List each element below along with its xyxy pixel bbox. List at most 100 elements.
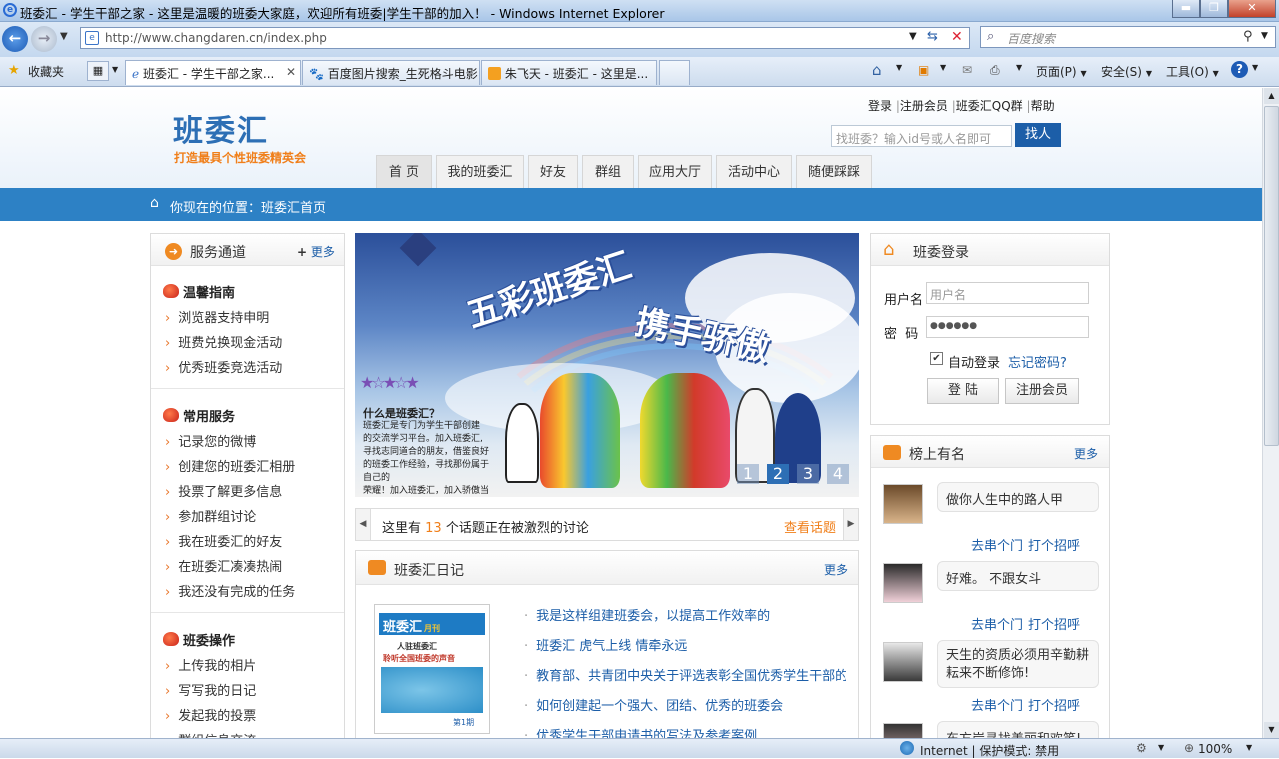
- banner-slideshow[interactable]: 五彩班委汇 携手骄傲 ★☆★☆★ 什么是班委汇？ 班委汇是专门为学生干部创建 的…: [355, 233, 859, 497]
- home-icon[interactable]: ⌂: [872, 61, 882, 79]
- close-tab-icon[interactable]: ✕: [286, 65, 296, 79]
- zoom-icon[interactable]: ⊕: [1184, 741, 1194, 755]
- service-link[interactable]: 记录您的微博: [165, 431, 256, 450]
- view-topics-link[interactable]: 查看话题: [784, 517, 836, 536]
- service-link[interactable]: 投票了解更多信息: [165, 481, 282, 500]
- privacy-icon[interactable]: ⚙: [1136, 741, 1147, 755]
- diary-item[interactable]: · 优秀学生干部申请书的写法及参考案例: [524, 725, 757, 738]
- nav-my-banweihui[interactable]: 我的班委汇: [436, 155, 524, 189]
- register-link[interactable]: 注册会员: [900, 99, 948, 113]
- home-dropdown-icon[interactable]: ▼: [896, 63, 902, 72]
- diary-item[interactable]: · 如何创建起一个强大、团结、优秀的班委会: [524, 695, 783, 714]
- diary-more-link[interactable]: 更多: [824, 561, 848, 578]
- print-dropdown-icon[interactable]: ▼: [1016, 63, 1022, 72]
- quick-tabs-icon[interactable]: ▦: [87, 61, 109, 81]
- minimize-button[interactable]: ▬: [1172, 0, 1200, 18]
- back-button[interactable]: ←: [2, 26, 28, 52]
- service-link[interactable]: 群组信息交流: [165, 730, 256, 738]
- ticker-prev-icon[interactable]: ◀: [356, 509, 371, 540]
- privacy-dropdown-icon[interactable]: ▼: [1158, 743, 1164, 752]
- password-input[interactable]: ●●●●●●: [926, 316, 1089, 338]
- nav-friends[interactable]: 好友: [528, 155, 578, 189]
- feeds-dropdown-icon[interactable]: ▼: [940, 63, 946, 72]
- slide-1-button[interactable]: 1: [737, 464, 759, 484]
- address-input[interactable]: http://www.changdaren.cn/index.php: [105, 31, 327, 45]
- service-more-link[interactable]: + 更多: [297, 243, 335, 260]
- service-link[interactable]: 我还没有完成的任务: [165, 581, 295, 600]
- nav-apps[interactable]: 应用大厅: [638, 155, 712, 189]
- qq-group-link[interactable]: 班委汇QQ群: [956, 99, 1023, 113]
- diary-item[interactable]: · 教育部、共青团中央关于评选表彰全国优秀学生干部的通: [524, 665, 846, 684]
- scroll-thumb[interactable]: [1264, 106, 1279, 446]
- service-link[interactable]: 我在班委汇的好友: [165, 531, 282, 550]
- nav-browse[interactable]: 随便踩踩: [796, 155, 872, 189]
- diary-item[interactable]: · 班委汇 虎气上线 情牵永远: [524, 635, 687, 654]
- service-link[interactable]: 班费兑换现金活动: [165, 332, 282, 351]
- mail-icon[interactable]: ✉: [962, 63, 972, 77]
- page-menu[interactable]: 页面(P) ▼: [1036, 63, 1087, 80]
- safety-menu[interactable]: 安全(S) ▼: [1101, 63, 1152, 80]
- history-dropdown-icon[interactable]: ▼: [60, 31, 68, 42]
- nav-activities[interactable]: 活动中心: [716, 155, 792, 189]
- slide-4-button[interactable]: 4: [827, 464, 849, 484]
- print-icon[interactable]: ⎙: [990, 63, 1000, 78]
- avatar[interactable]: [883, 484, 923, 524]
- username-input[interactable]: 用户名: [926, 282, 1089, 304]
- address-bar[interactable]: e http://www.changdaren.cn/index.php ▼ ⇆…: [80, 27, 970, 49]
- auto-login-checkbox[interactable]: ✔: [930, 352, 943, 365]
- vertical-scrollbar[interactable]: ▲ ▼: [1262, 88, 1279, 738]
- new-tab-button[interactable]: [659, 60, 690, 85]
- search-dropdown-icon[interactable]: ▼: [1261, 31, 1268, 41]
- service-link[interactable]: 浏览器支持申明: [165, 307, 269, 326]
- magazine-cover[interactable]: 班委汇 月刊 人驻班委汇 聆听全国班委的声音 第1期: [374, 604, 490, 734]
- service-link[interactable]: 发起我的投票: [165, 705, 256, 724]
- zoom-dropdown-icon[interactable]: ▼: [1246, 743, 1252, 752]
- greet-link[interactable]: 打个招呼: [1028, 535, 1080, 554]
- tab-2[interactable]: 🐾 百度图片搜索_生死格斗电影: [302, 60, 480, 85]
- service-link[interactable]: 上传我的相片: [165, 655, 256, 674]
- tab-list-dropdown-icon[interactable]: ▼: [112, 65, 118, 74]
- service-link[interactable]: 创建您的班委汇相册: [165, 456, 295, 475]
- login-link[interactable]: 登录: [868, 99, 892, 113]
- favorites-star-icon[interactable]: ★: [8, 63, 20, 78]
- close-window-button[interactable]: ✕: [1228, 0, 1276, 18]
- nav-home[interactable]: 首 页: [376, 155, 432, 189]
- scroll-down-icon[interactable]: ▼: [1264, 722, 1279, 738]
- greet-link[interactable]: 打个招呼: [1028, 695, 1080, 714]
- feeds-icon[interactable]: ▣: [918, 63, 929, 77]
- home-icon[interactable]: ⌂: [150, 195, 159, 211]
- search-input[interactable]: 百度搜索: [1007, 30, 1055, 47]
- scroll-up-icon[interactable]: ▲: [1264, 88, 1279, 104]
- visit-link[interactable]: 去串个门: [971, 535, 1023, 554]
- avatar[interactable]: [883, 642, 923, 682]
- find-member-input[interactable]: 找班委？输入id号或人名即可: [831, 125, 1012, 147]
- help-link[interactable]: 帮助: [1031, 99, 1055, 113]
- nav-groups[interactable]: 群组: [582, 155, 634, 189]
- help-icon[interactable]: ?: [1231, 61, 1248, 78]
- zoom-level[interactable]: 100%: [1198, 742, 1232, 756]
- visit-link[interactable]: 去串个门: [971, 614, 1023, 633]
- greet-link[interactable]: 打个招呼: [1028, 614, 1080, 633]
- help-dropdown-icon[interactable]: ▼: [1252, 63, 1258, 72]
- forward-button[interactable]: →: [31, 26, 57, 52]
- refresh-icon[interactable]: ⇆: [927, 29, 938, 44]
- tab-3[interactable]: 朱飞天 - 班委汇 - 这里是...: [481, 60, 657, 85]
- diary-item[interactable]: · 我是这样组建班委会，以提高工作效率的: [524, 605, 770, 624]
- maximize-button[interactable]: ❐: [1200, 0, 1228, 18]
- forgot-password-link[interactable]: 忘记密码?: [1008, 352, 1067, 371]
- slide-3-button[interactable]: 3: [797, 464, 819, 484]
- address-dropdown-icon[interactable]: ▼: [909, 31, 917, 42]
- tab-1[interactable]: ℯ 班委汇 - 学生干部之家... ✕: [125, 60, 301, 85]
- ranking-more-link[interactable]: 更多: [1074, 445, 1098, 462]
- site-logo[interactable]: 班委汇: [173, 106, 269, 150]
- service-link[interactable]: 在班委汇凑凑热闹: [165, 556, 282, 575]
- service-link[interactable]: 参加群组讨论: [165, 506, 256, 525]
- favorites-button[interactable]: 收藏夹: [28, 63, 64, 80]
- search-icon[interactable]: ⚲: [1243, 29, 1253, 44]
- search-box[interactable]: ⌕ 百度搜索 ⚲ ▼: [980, 26, 1276, 48]
- avatar[interactable]: [883, 563, 923, 603]
- slide-2-button[interactable]: 2: [767, 464, 789, 484]
- service-link[interactable]: 优秀班委竞选活动: [165, 357, 282, 376]
- service-link[interactable]: 写写我的日记: [165, 680, 256, 699]
- tools-menu[interactable]: 工具(O) ▼: [1166, 63, 1219, 80]
